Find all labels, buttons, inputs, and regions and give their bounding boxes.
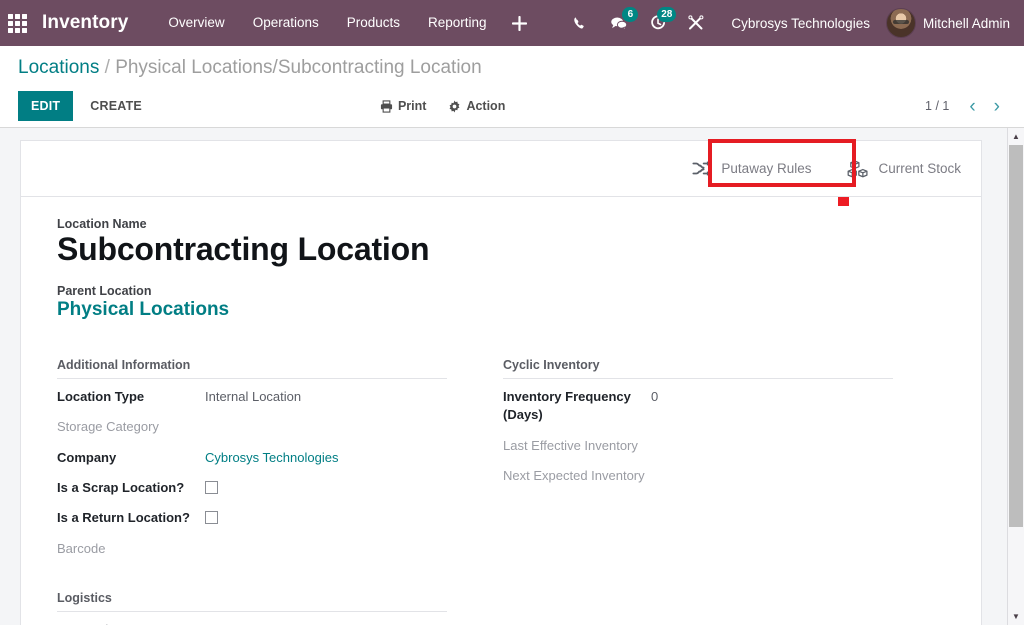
field-barcode: Barcode [57, 539, 447, 558]
apps-grid-icon[interactable] [0, 0, 34, 46]
field-value-company[interactable]: Cybrosys Technologies [205, 448, 338, 467]
shuffle-icon [692, 160, 712, 177]
action-label: Action [466, 99, 505, 113]
breadcrumb-separator: / [99, 57, 115, 78]
putaway-rules-button[interactable]: Putaway Rules [674, 141, 829, 196]
menu-products[interactable]: Products [333, 0, 414, 46]
group-spacer [57, 569, 447, 591]
plus-icon [512, 16, 527, 31]
location-name-value: Subcontracting Location [57, 232, 945, 268]
field-next-expected-inventory: Next Expected Inventory [503, 466, 893, 485]
field-label-location-type: Location Type [57, 387, 205, 406]
group-cyclic-inventory: Cyclic Inventory Inventory Frequency (Da… [503, 358, 893, 625]
form-body: Location Name Subcontracting Location Pa… [21, 197, 981, 625]
group-title-logistics: Logistics [57, 591, 447, 612]
field-value-inventory-frequency[interactable]: 0 [651, 387, 658, 406]
red-cursor-marker [838, 197, 849, 206]
activities-badge: 28 [657, 7, 676, 22]
checkbox-is-scrap-location[interactable] [205, 481, 218, 494]
add-new-icon[interactable] [501, 0, 538, 46]
scroll-down-arrow[interactable]: ▼ [1008, 608, 1024, 625]
parent-location-label: Parent Location [57, 284, 945, 298]
field-company: Company Cybrosys Technologies [57, 448, 447, 467]
create-button[interactable]: CREATE [77, 91, 155, 121]
field-last-effective-inventory: Last Effective Inventory [503, 436, 893, 455]
stat-button-bar: Putaway Rules Current Stock [21, 141, 981, 197]
printer-icon [380, 100, 393, 113]
breadcrumb: Locations / Physical Locations/Subcontra… [18, 56, 1006, 80]
pager-previous-button[interactable]: ‹ [963, 97, 981, 116]
group-title-cyclic-inventory: Cyclic Inventory [503, 358, 893, 379]
control-panel-actions: Print Action [380, 99, 505, 113]
field-inventory-frequency: Inventory Frequency (Days) 0 [503, 387, 893, 425]
print-label: Print [398, 99, 426, 113]
apps-grid-glyph [8, 14, 27, 33]
field-storage-category: Storage Category [57, 417, 447, 436]
pager: 1 / 1 ‹ › [925, 97, 1006, 116]
putaway-rules-label: Putaway Rules [721, 161, 811, 176]
messages-badge: 6 [622, 7, 638, 22]
breadcrumb-current: Physical Locations/Subcontracting Locati… [115, 57, 482, 78]
phone-glyph [573, 16, 588, 31]
field-label-last-effective-inventory: Last Effective Inventory [503, 436, 651, 455]
developer-tools-icon[interactable] [677, 0, 715, 46]
control-panel-buttons: EDIT CREATE Print Action 1 / 1 ‹ [18, 91, 1006, 121]
field-value-location-type[interactable]: Internal Location [205, 387, 301, 406]
current-stock-label: Current Stock [878, 161, 961, 176]
field-label-inventory-frequency: Inventory Frequency (Days) [503, 387, 651, 425]
field-label-company: Company [57, 448, 205, 467]
group-additional-information: Additional Information Location Type Int… [57, 358, 447, 625]
field-label-next-expected-inventory: Next Expected Inventory [503, 466, 651, 485]
current-stock-button[interactable]: Current Stock [829, 141, 979, 196]
menu-reporting[interactable]: Reporting [414, 0, 501, 46]
menu-operations[interactable]: Operations [239, 0, 333, 46]
content-area: Putaway Rules Current Stock [0, 128, 1024, 625]
field-label-is-return-location: Is a Return Location? [57, 508, 205, 527]
field-label-removal-strategy: Removal Strategy [57, 620, 205, 625]
menu-overview[interactable]: Overview [154, 0, 238, 46]
field-is-scrap-location: Is a Scrap Location? [57, 478, 447, 497]
pager-next-button[interactable]: › [988, 97, 1006, 116]
form-sheet: Putaway Rules Current Stock [20, 140, 982, 625]
edit-button[interactable]: EDIT [18, 91, 73, 121]
scrollbar-thumb[interactable] [1009, 145, 1023, 527]
messages-icon[interactable]: 6 [599, 0, 639, 46]
group-title-additional-information: Additional Information [57, 358, 447, 379]
breadcrumb-locations[interactable]: Locations [18, 57, 99, 78]
field-removal-strategy: Removal Strategy [57, 620, 447, 625]
action-button[interactable]: Action [448, 99, 505, 113]
app-brand-inventory[interactable]: Inventory [42, 12, 128, 34]
top-navbar: Inventory Overview Operations Products R… [0, 0, 1024, 46]
form-groups: Additional Information Location Type Int… [57, 358, 945, 625]
field-label-is-scrap-location: Is a Scrap Location? [57, 478, 205, 497]
vertical-scrollbar[interactable]: ▲ ▼ [1007, 128, 1024, 625]
user-name: Mitchell Admin [923, 16, 1010, 31]
company-switcher[interactable]: Cybrosys Technologies [715, 16, 886, 31]
field-label-barcode: Barcode [57, 539, 205, 558]
pager-count: 1 / 1 [925, 99, 957, 113]
activities-clock-icon[interactable]: 28 [639, 0, 677, 46]
user-menu[interactable]: Mitchell Admin [886, 8, 1024, 38]
print-button[interactable]: Print [380, 99, 426, 113]
parent-location-value[interactable]: Physical Locations [57, 299, 945, 322]
control-panel: Locations / Physical Locations/Subcontra… [0, 46, 1024, 128]
phone-icon[interactable] [562, 0, 599, 46]
field-label-storage-category: Storage Category [57, 417, 205, 436]
checkbox-is-return-location[interactable] [205, 511, 218, 524]
navbar-right-group: 6 28 Cybrosys Technologies Mitchell Admi… [562, 0, 1024, 46]
wrench-cross-glyph [688, 15, 704, 31]
cubes-icon [847, 160, 869, 178]
gear-icon [448, 100, 461, 113]
location-name-label: Location Name [57, 217, 945, 231]
field-location-type: Location Type Internal Location [57, 387, 447, 406]
scroll-up-arrow[interactable]: ▲ [1008, 128, 1024, 145]
field-is-return-location: Is a Return Location? [57, 508, 447, 527]
avatar [886, 8, 916, 38]
